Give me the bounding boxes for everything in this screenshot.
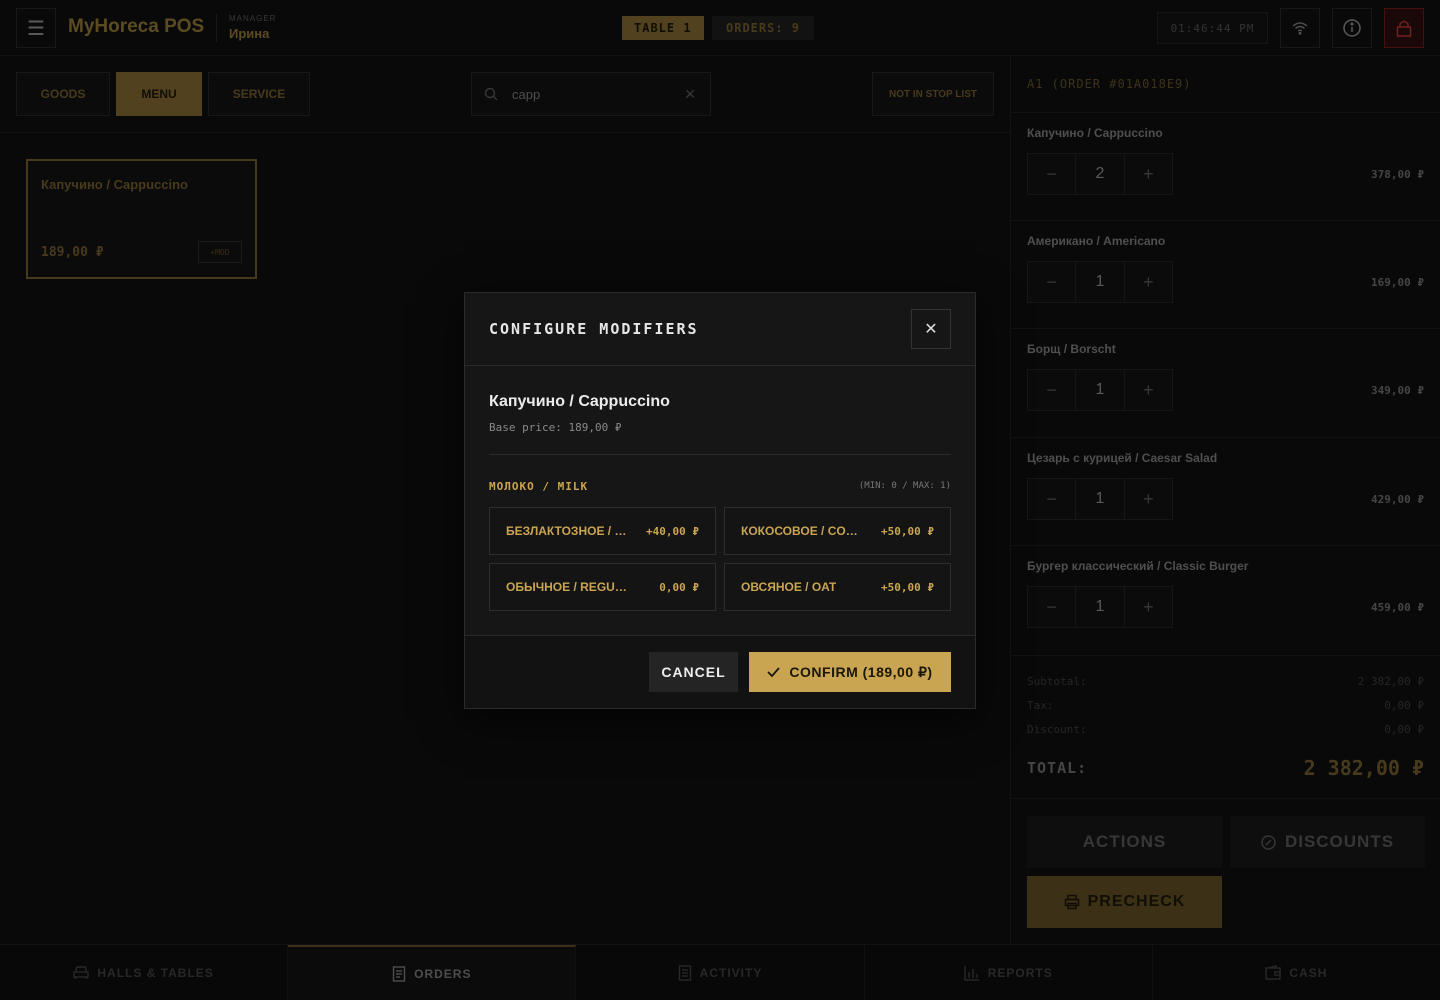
modifier-option[interactable]: БЕЗЛАКТОЗНОЕ / LACTOSE-FREE +40,00 ₽	[489, 507, 716, 555]
modifier-option-name: ОВСЯНОЕ / OAT	[741, 580, 837, 594]
confirm-label: CONFIRM (189,00 ₽)	[789, 663, 933, 680]
modifier-option-price: +40,00 ₽	[646, 524, 699, 538]
modifier-option[interactable]: КОКОСОВОЕ / COCONUT +50,00 ₽	[724, 507, 951, 555]
check-icon	[767, 667, 781, 677]
modifier-option[interactable]: ОБЫЧНОЕ / REGULAR 0,00 ₽	[489, 563, 716, 611]
dialog-header: CONFIGURE MODIFIERS ✕	[465, 293, 975, 366]
modifier-option-price: +50,00 ₽	[881, 580, 934, 594]
modifier-option-name: КОКОСОВОЕ / COCONUT	[741, 524, 866, 538]
dialog-title: CONFIGURE MODIFIERS	[489, 320, 699, 338]
modifier-option[interactable]: ОВСЯНОЕ / OAT +50,00 ₽	[724, 563, 951, 611]
modifier-option-name: БЕЗЛАКТОЗНОЕ / LACTOSE-FREE	[506, 524, 631, 538]
dialog-base-price: Base price: 189,00 ₽	[489, 421, 622, 434]
modifier-option-name: ОБЫЧНОЕ / REGULAR	[506, 580, 631, 594]
close-icon: ✕	[924, 321, 938, 338]
confirm-button[interactable]: CONFIRM (189,00 ₽)	[749, 652, 951, 692]
modifier-option-price: 0,00 ₽	[659, 580, 699, 594]
modifier-group-limits: (MIN: 0 / MAX: 1)	[858, 481, 951, 491]
modifier-option-price: +50,00 ₽	[881, 524, 934, 538]
dialog-footer: CANCEL CONFIRM (189,00 ₽)	[465, 635, 975, 708]
dialog-product-name: Капучино / Cappuccino	[489, 393, 670, 410]
modifier-group-name: МОЛОКО / MILK	[489, 480, 589, 493]
cancel-button[interactable]: CANCEL	[649, 652, 738, 692]
close-dialog-button[interactable]: ✕	[911, 309, 951, 349]
configure-modifiers-dialog: CONFIGURE MODIFIERS ✕ Капучино / Cappucc…	[464, 292, 976, 709]
dialog-divider	[489, 454, 951, 455]
